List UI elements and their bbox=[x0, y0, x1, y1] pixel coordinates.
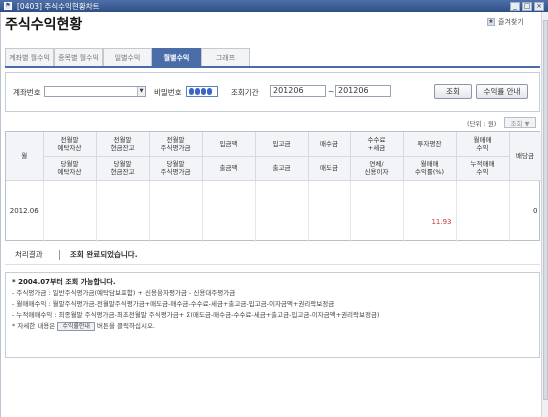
inline-guide-button[interactable]: 수익률안내 bbox=[57, 321, 95, 331]
account-label: 계좌번호 bbox=[13, 88, 41, 97]
search-button[interactable]: 조회 bbox=[434, 84, 472, 99]
table-row[interactable]: 2012.06 11.93 0 bbox=[6, 180, 542, 242]
tab-daily[interactable]: 일별수익 bbox=[103, 48, 152, 66]
vertical-scrollbar[interactable] bbox=[541, 12, 548, 417]
col-fee-tax: 수수료 +세금 bbox=[350, 132, 404, 157]
filter-panel: 계좌번호 ▼ 비밀번호 조회기간 201206 ~ 201206 조회 수익률 … bbox=[5, 72, 540, 112]
col-monthly-rate: 월매매 수익률(%) bbox=[403, 156, 457, 181]
note-tail-prefix: * 자세한 내용은 bbox=[12, 322, 56, 330]
return-guide-button[interactable]: 수익률 안내 bbox=[476, 84, 528, 99]
unit-label: (단위 : 원) bbox=[467, 120, 497, 128]
note-tail: * 자세한 내용은 수익률안내 버튼을 클릭하십시오. bbox=[12, 321, 533, 332]
header-row-bottom: 당월말 예탁자산 당월말 현금잔고 당월말 주식평가금 출금액 출고금 매도금 연체/… bbox=[6, 156, 541, 181]
maximize-button[interactable]: □ bbox=[522, 1, 532, 11]
account-value bbox=[45, 88, 47, 96]
result-label: 처리결과 bbox=[15, 250, 43, 259]
tab-graph[interactable]: 그래프 bbox=[201, 48, 250, 66]
note-line: - 월매매수익 : 월말주식평가금-전월말주식평가금+매도금-매수금-수수료-세… bbox=[12, 300, 335, 308]
period-from-input[interactable]: 201206 bbox=[270, 85, 326, 97]
col-cur-stock-value: 당월말 주식평가금 bbox=[149, 156, 203, 181]
chevron-down-icon: ▼ bbox=[137, 87, 145, 96]
next-query-button[interactable]: 조회 ▼ bbox=[504, 117, 536, 128]
result-message: 조회 완료되었습니다. bbox=[70, 250, 138, 259]
password-field[interactable] bbox=[186, 86, 218, 97]
period-label: 조회기간 bbox=[231, 88, 259, 97]
col-cur-cash-balance: 당월말 현금잔고 bbox=[96, 156, 150, 181]
close-button[interactable]: × bbox=[534, 1, 544, 11]
period-tilde: ~ bbox=[328, 87, 335, 96]
notes-panel: * 2004.07부터 조회 가능합니다. - 주식평가금 : 일반주식평가금(… bbox=[5, 272, 540, 358]
col-stock-out: 출고금 bbox=[255, 156, 309, 181]
tab-monthly[interactable]: 월별수익 bbox=[152, 48, 201, 66]
main-window: 주식수익현황 ★ 즐겨찾기 계좌별 월수익 종목별 월수익 일별수익 월별수익 … bbox=[0, 12, 542, 417]
col-sell-amount: 매도금 bbox=[308, 156, 351, 181]
col-interest: 연체/신용이자 bbox=[350, 156, 404, 181]
tab-account-monthly[interactable]: 계좌별 월수익 bbox=[5, 48, 54, 66]
col-withdraw-amount: 출금액 bbox=[202, 156, 256, 181]
col-cumulative-profit: 누적매매 수익 bbox=[456, 156, 510, 181]
account-select[interactable]: ▼ bbox=[44, 86, 146, 97]
note-line: - 주식평가금 : 일반주식평가금(예탁담보포함) + 신용융자평가금 - 신용… bbox=[12, 289, 236, 297]
page-title: 주식수익현황 bbox=[5, 17, 83, 33]
col-cur-deposit-assets: 당월말 예탁자산 bbox=[43, 156, 97, 181]
window-titlebar: ⚑ [0403] 주식수익현황차트 _ □ × bbox=[0, 0, 548, 12]
window-title: [0403] 주식수익현황차트 bbox=[17, 1, 100, 11]
col-prev-deposit-assets: 전월말 예탁자산 bbox=[43, 132, 97, 157]
col-month: 월 bbox=[6, 132, 44, 181]
results-table: 월 전월말 예탁자산 전월말 현금잔고 전월말 주식평가금 입금액 입고금 매수금 수… bbox=[5, 131, 542, 242]
app-icon: ⚑ bbox=[4, 2, 12, 10]
tab-underline bbox=[5, 66, 540, 68]
col-monthly-profit: 월매매 수익 bbox=[456, 132, 510, 157]
scroll-thumb[interactable] bbox=[543, 20, 548, 400]
note-head: * 2004.07부터 조회 가능합니다. bbox=[12, 278, 116, 286]
col-deposit-amount: 입금액 bbox=[202, 132, 256, 157]
col-buy-amount: 매수금 bbox=[308, 132, 351, 157]
cell-monthly-rate: 11.93 bbox=[403, 180, 457, 242]
header-row-top: 월 전월말 예탁자산 전월말 현금잔고 전월말 주식평가금 입금액 입고금 매수금 수… bbox=[6, 132, 542, 181]
note-tail-suffix: 버튼을 클릭하십시오. bbox=[97, 322, 155, 330]
divider bbox=[59, 249, 60, 260]
note-line: - 누적매매수익 : 최종월말 주식평가금-최초전월말 주식평가금+ Σ(매도금… bbox=[12, 311, 380, 319]
cell-dividend: 0 bbox=[509, 180, 542, 242]
minimize-button[interactable]: _ bbox=[510, 1, 520, 11]
col-stock-in: 입고금 bbox=[255, 132, 309, 157]
cell-month: 2012.06 bbox=[6, 180, 44, 242]
favorite-button[interactable]: ★ 즐겨찾기 bbox=[487, 17, 524, 27]
col-dividend: 배당금 bbox=[509, 132, 542, 181]
col-avg-investment: 투자평잔 bbox=[403, 132, 457, 157]
col-prev-stock-value: 전월말 주식평가금 bbox=[149, 132, 203, 157]
col-prev-cash-balance: 전월말 현금잔고 bbox=[96, 132, 150, 157]
password-label: 비밀번호 bbox=[154, 88, 182, 97]
result-bar: 처리결과 조회 완료되었습니다. bbox=[5, 245, 540, 265]
favorite-label: 즐겨찾기 bbox=[498, 18, 524, 26]
tab-bar: 계좌별 월수익 종목별 월수익 일별수익 월별수익 그래프 bbox=[5, 48, 250, 66]
tab-stock-monthly[interactable]: 종목별 월수익 bbox=[54, 48, 103, 66]
period-to-input[interactable]: 201206 bbox=[335, 85, 391, 97]
star-icon: ★ bbox=[487, 18, 495, 26]
